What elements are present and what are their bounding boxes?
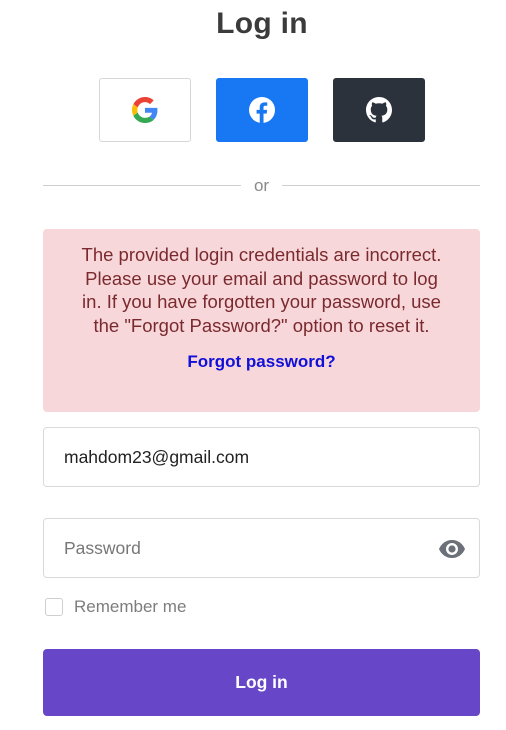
divider-line-right <box>282 185 480 186</box>
password-input[interactable] <box>64 519 434 577</box>
divider-line-left <box>43 185 241 186</box>
eye-icon[interactable] <box>438 539 466 559</box>
remember-me-checkbox[interactable] <box>45 598 63 616</box>
error-alert: The provided login credentials are incor… <box>43 229 480 412</box>
github-login-button[interactable] <box>333 78 425 142</box>
google-login-button[interactable] <box>99 78 191 142</box>
remember-me: Remember me <box>45 597 186 617</box>
divider-label: or <box>253 176 270 195</box>
login-page: Log in or The provided login credentials… <box>0 0 506 730</box>
password-field-wrapper <box>43 518 480 578</box>
email-field-wrapper <box>43 427 480 487</box>
facebook-icon <box>249 97 275 123</box>
google-icon <box>132 97 158 123</box>
github-icon <box>366 97 392 123</box>
forgot-password-link[interactable]: Forgot password? <box>187 352 335 372</box>
or-divider: or <box>43 176 480 196</box>
login-button[interactable]: Log in <box>43 649 480 716</box>
alert-message: The provided login credentials are incor… <box>81 244 442 336</box>
facebook-login-button[interactable] <box>216 78 308 142</box>
remember-me-label[interactable]: Remember me <box>74 597 186 617</box>
page-title: Log in <box>216 7 308 40</box>
email-input[interactable] <box>64 428 434 486</box>
